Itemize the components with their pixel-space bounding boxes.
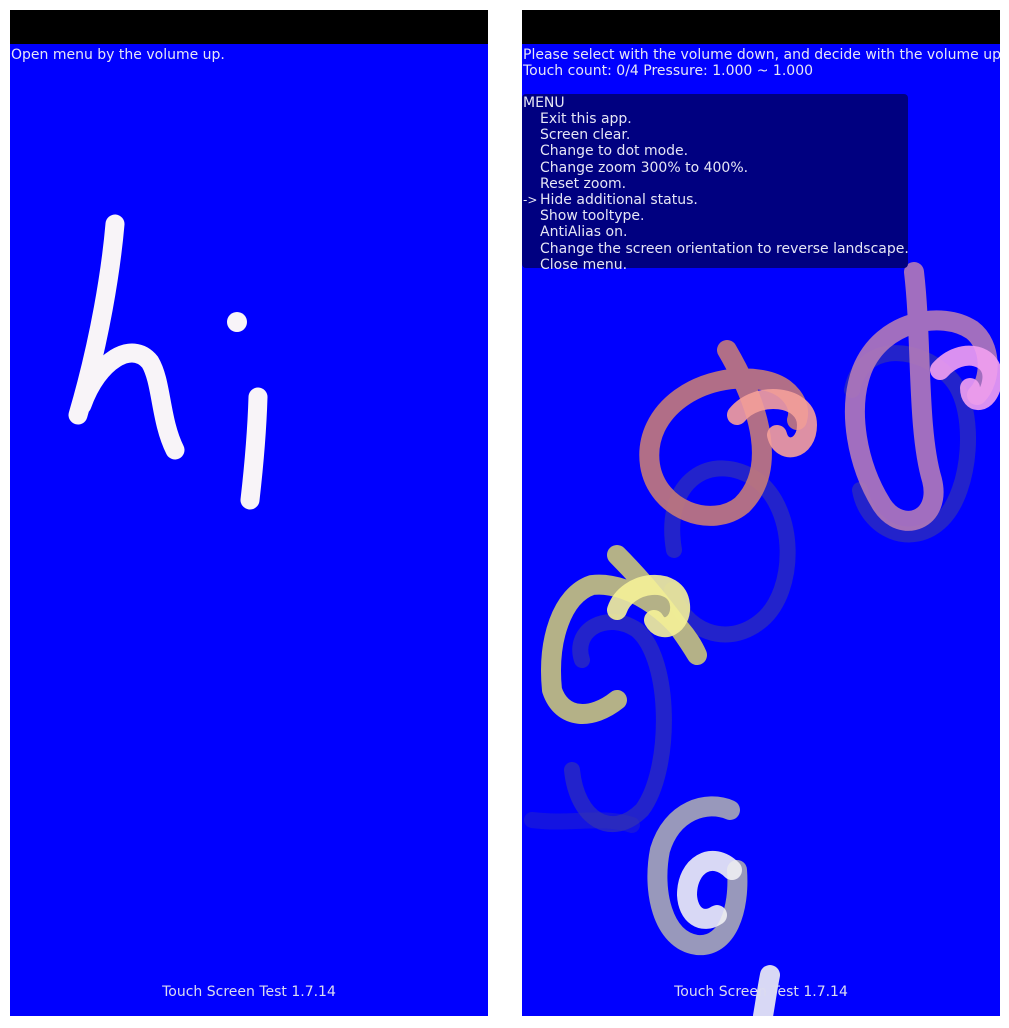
left-screen-canvas[interactable]: Open menu by the volume up. Touch Screen… (10, 10, 488, 1016)
menu-item-antialias[interactable]: AntiAlias on. (523, 224, 909, 240)
menu-item-exit-app[interactable]: Exit this app. (523, 111, 909, 127)
menu-item-label: Change zoom 300% to 400%. (540, 159, 749, 176)
menu-item-label: Screen clear. (540, 127, 631, 144)
menu-item-show-tooltype[interactable]: Show tooltype. (523, 208, 909, 224)
menu-item-screen-clear[interactable]: Screen clear. (523, 127, 909, 143)
menu-item-close-menu[interactable]: Close menu. (523, 257, 909, 273)
letter-h-stroke (68, 214, 185, 460)
selection-marker: -> (523, 192, 538, 207)
white-curl (677, 850, 742, 929)
app-version-footer: Touch Screen Test 1.7.14 (162, 984, 336, 1000)
menu-item-orientation[interactable]: Change the screen orientation to reverse… (523, 241, 909, 257)
shadow-loop-2 (844, 345, 976, 543)
app-version-footer: Touch Screen Test 1.7.14 (674, 984, 848, 1000)
menu-item-label: Change to dot mode. (540, 143, 689, 160)
menu-item-label: Change the screen orientation to reverse… (540, 240, 909, 257)
handwriting-drawing (68, 214, 268, 510)
letter-i-stroke (240, 387, 268, 510)
menu-list: Exit this app. Screen clear. Change to d… (523, 111, 909, 273)
right-screen-canvas[interactable]: Please select with the volume down, and … (522, 10, 1000, 1016)
menu-item-label: Exit this app. (540, 111, 632, 127)
menu-item-label: Close menu. (540, 256, 628, 273)
menu-item-dot-mode[interactable]: Change to dot mode. (523, 143, 909, 159)
menu-item-label: Hide additional status. (540, 191, 698, 208)
menu-item-reset-zoom[interactable]: Reset zoom. (523, 176, 909, 192)
menu-title: MENU (523, 95, 565, 111)
menu-item-hide-additional-status[interactable]: -> Hide additional status. (523, 192, 909, 208)
menu-item-label: Show tooltype. (540, 208, 645, 225)
handwriting-strokes (68, 214, 268, 510)
letter-i-dot (227, 312, 247, 332)
menu-item-label: AntiAlias on. (540, 224, 628, 241)
colored-strokes (541, 262, 1000, 1016)
shadow-tail (524, 812, 640, 833)
menu-item-label: Reset zoom. (540, 175, 627, 192)
menu-item-change-zoom[interactable]: Change zoom 300% to 400%. (523, 160, 909, 176)
